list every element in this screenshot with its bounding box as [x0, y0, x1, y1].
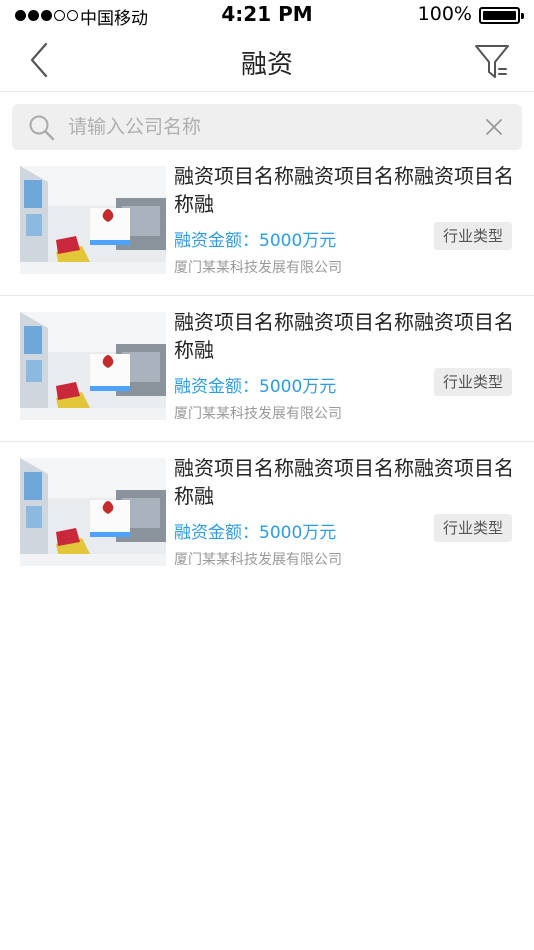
financing-amount: 融资金额：5000万元 [174, 377, 337, 397]
project-title: 融资项目名称融资项目名称融资项目名称融 [174, 310, 514, 362]
project-title: 融资项目名称融资项目名称融资项目名称融 [174, 164, 514, 216]
funnel-icon [475, 45, 509, 78]
project-title: 融资项目名称融资项目名称融资项目名称融 [174, 456, 514, 508]
project-list: 融资项目名称融资项目名称融资项目名称融 融资金额：5000万元 行业类型 厦门某… [0, 150, 534, 588]
financing-list-screen: 中国移动 4:21 PM 100% 融资 请输入公司名称 融资项目名称融资项目名… [0, 0, 534, 950]
financing-amount: 融资金额：5000万元 [174, 523, 337, 543]
battery-percentage: 100% [417, 3, 472, 25]
industry-tag: 行业类型 [434, 514, 512, 542]
filter-button[interactable] [470, 40, 514, 84]
search-bar [12, 104, 522, 150]
company-name: 厦门某某科技发展有限公司 [174, 406, 342, 422]
industry-tag: 行业类型 [434, 222, 512, 250]
industry-tag: 行业类型 [434, 368, 512, 396]
project-thumbnail [20, 312, 166, 420]
battery-icon [479, 7, 524, 24]
financing-amount: 融资金额：5000万元 [174, 231, 337, 251]
close-icon[interactable] [484, 117, 504, 137]
company-name: 厦门某某科技发展有限公司 [174, 260, 342, 276]
status-bar: 中国移动 4:21 PM 100% [0, 0, 534, 30]
list-item[interactable]: 融资项目名称融资项目名称融资项目名称融 融资金额：5000万元 行业类型 厦门某… [0, 296, 534, 442]
navigation-bar: 融资 [0, 30, 534, 92]
project-thumbnail [20, 166, 166, 274]
project-thumbnail [20, 458, 166, 566]
search-icon [29, 115, 55, 141]
list-item[interactable]: 融资项目名称融资项目名称融资项目名称融 融资金额：5000万元 行业类型 厦门某… [0, 150, 534, 296]
list-item[interactable]: 融资项目名称融资项目名称融资项目名称融 融资金额：5000万元 行业类型 厦门某… [0, 442, 534, 588]
page-title: 融资 [240, 50, 293, 80]
search-input[interactable] [68, 112, 468, 142]
company-name: 厦门某某科技发展有限公司 [174, 552, 342, 568]
